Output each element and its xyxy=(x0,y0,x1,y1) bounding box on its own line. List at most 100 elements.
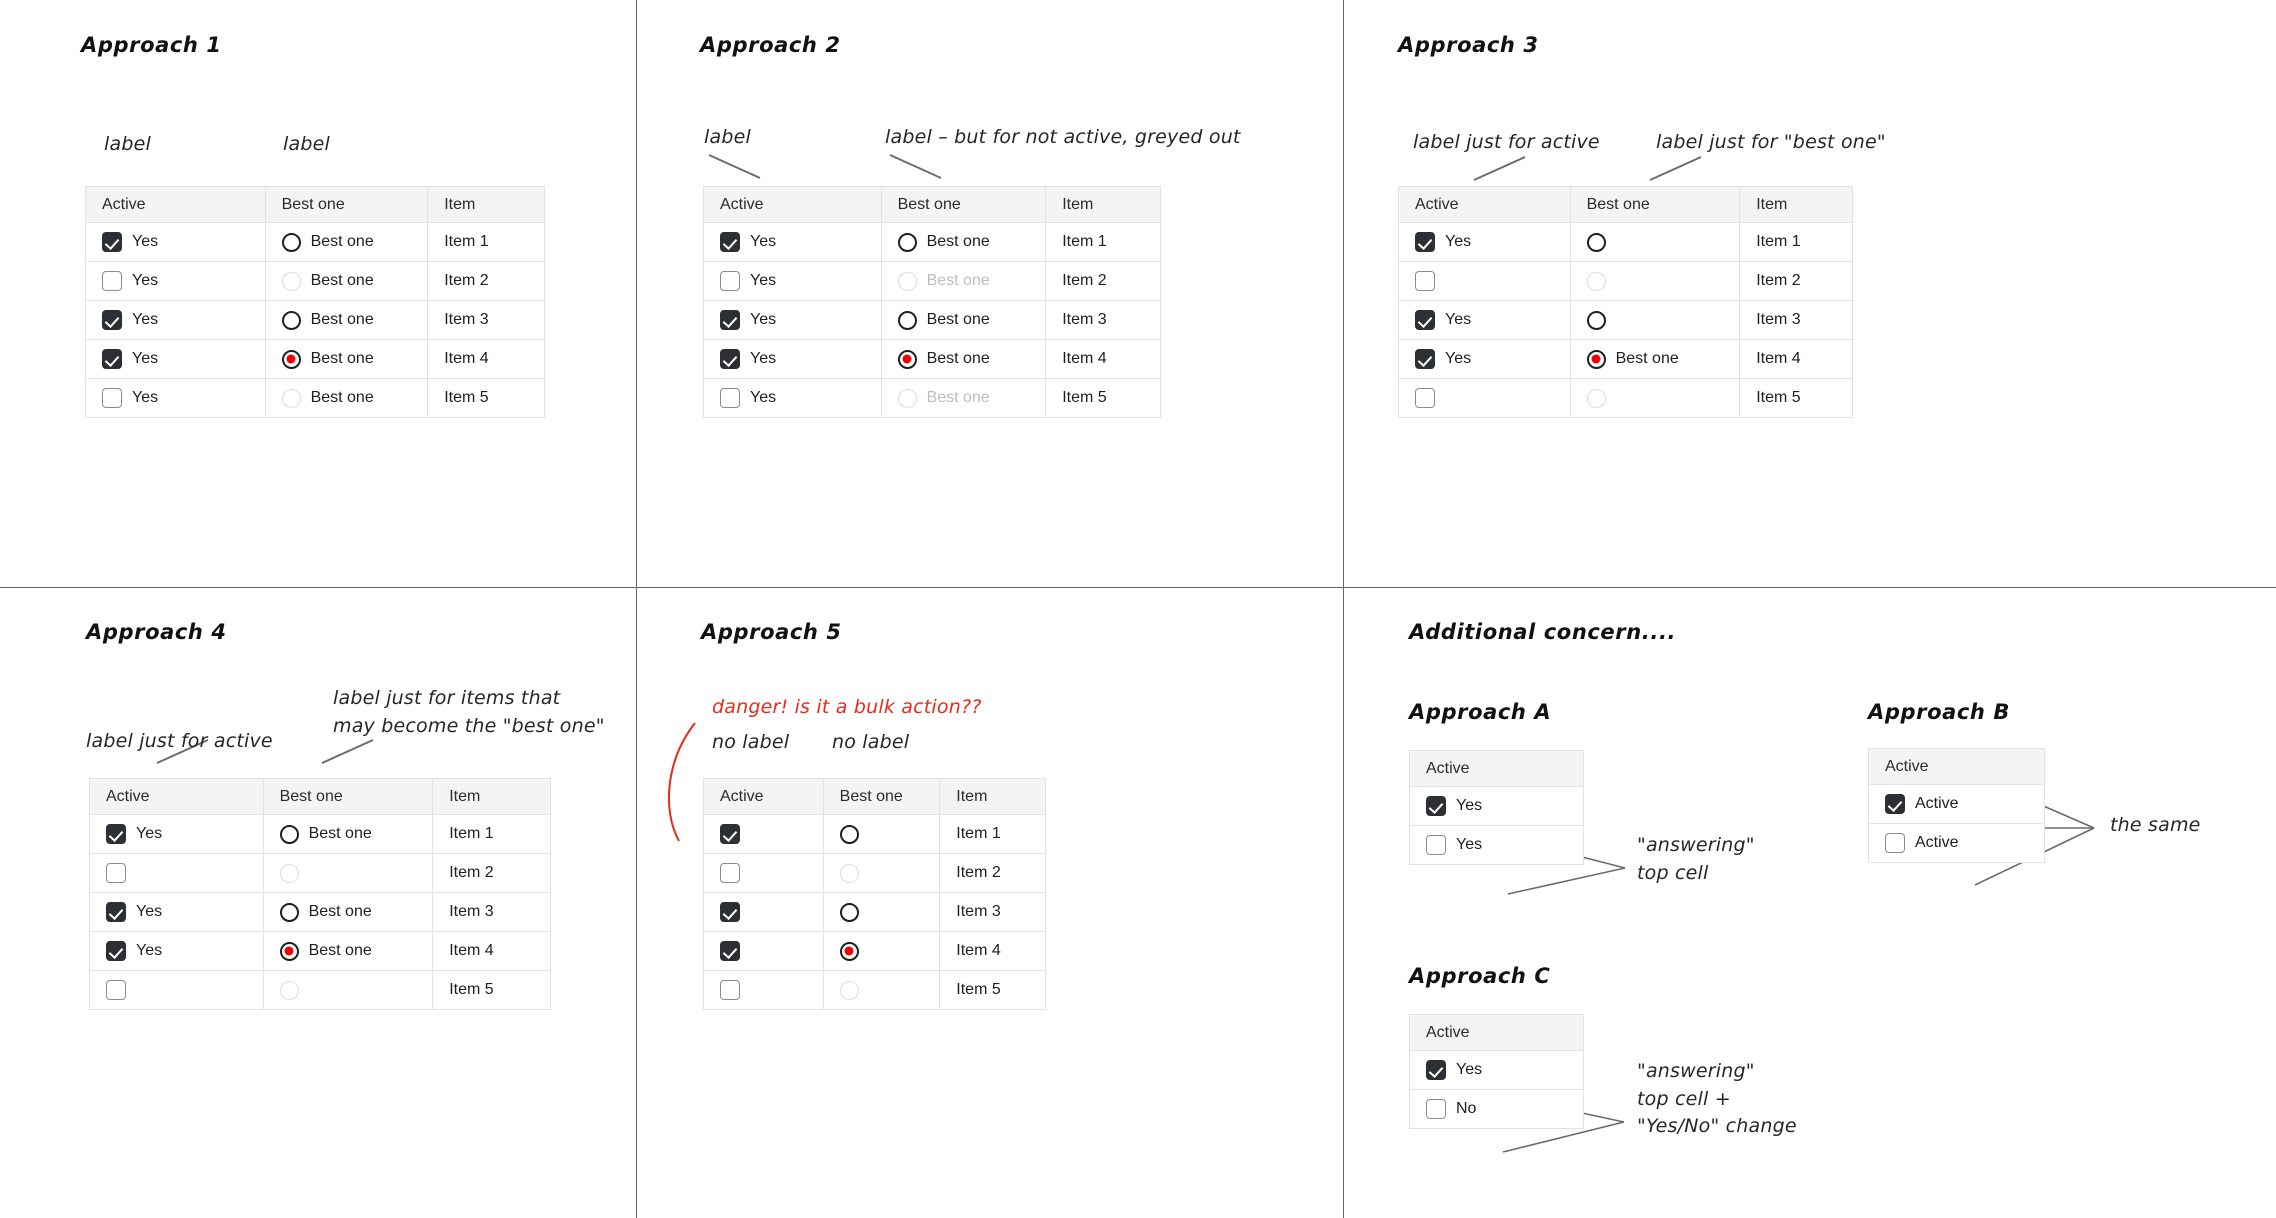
radio-icon[interactable] xyxy=(1586,388,1606,408)
checkbox-icon[interactable] xyxy=(720,980,740,1000)
checkbox-icon[interactable] xyxy=(720,388,740,408)
approach-3-table[interactable]: Active Best one Item Yes Item 1 Item 2 Yes I… xyxy=(1398,186,1853,418)
checkbox-icon[interactable] xyxy=(1885,794,1905,814)
cell-active[interactable]: Active xyxy=(1868,784,2045,824)
checkbox-icon[interactable] xyxy=(720,902,740,922)
cell-best-one[interactable] xyxy=(1569,300,1741,340)
cell-best-one[interactable]: Best one xyxy=(262,814,434,854)
cell-active[interactable] xyxy=(1398,261,1571,301)
cell-active[interactable]: Yes xyxy=(1398,300,1571,340)
cell-active[interactable]: Yes xyxy=(85,378,266,418)
cell-best-one[interactable] xyxy=(822,931,941,971)
cell-active[interactable]: Active xyxy=(1868,823,2045,863)
cell-active[interactable] xyxy=(703,970,824,1010)
radio-icon[interactable] xyxy=(281,388,301,408)
cell-best-one[interactable]: Best one xyxy=(264,339,429,379)
cell-best-one[interactable]: Best one xyxy=(264,378,429,418)
approach-4-table[interactable]: Active Best one Item Yes Best one Item 1 It… xyxy=(89,778,551,1010)
cell-active[interactable]: Yes xyxy=(1398,222,1571,262)
cell-active[interactable] xyxy=(703,814,824,854)
checkbox-icon[interactable] xyxy=(1415,271,1435,291)
radio-icon[interactable] xyxy=(281,310,301,330)
cell-best-one[interactable]: Best one xyxy=(262,892,434,932)
cell-active[interactable] xyxy=(1398,378,1571,418)
approach-5-table[interactable]: Active Best one Item Item 1 Item 2 Item 3I… xyxy=(703,778,1046,1010)
checkbox-icon[interactable] xyxy=(102,232,122,252)
checkbox-icon[interactable] xyxy=(106,902,126,922)
cell-active[interactable] xyxy=(89,853,264,893)
cell-best-one[interactable]: Best one xyxy=(880,378,1047,418)
cell-best-one[interactable]: Best one xyxy=(880,339,1047,379)
cell-best-one[interactable] xyxy=(822,814,941,854)
checkbox-icon[interactable] xyxy=(102,388,122,408)
cell-best-one[interactable]: Best one xyxy=(880,261,1047,301)
checkbox-icon[interactable] xyxy=(102,271,122,291)
cell-best-one[interactable]: Best one xyxy=(880,222,1047,262)
radio-icon[interactable] xyxy=(279,980,299,1000)
cell-active[interactable]: Yes xyxy=(703,339,882,379)
radio-icon[interactable] xyxy=(281,271,301,291)
checkbox-icon[interactable] xyxy=(1415,232,1435,252)
cell-active[interactable]: Yes xyxy=(703,261,882,301)
cell-active[interactable] xyxy=(89,970,264,1010)
checkbox-icon[interactable] xyxy=(1426,1060,1446,1080)
checkbox-icon[interactable] xyxy=(720,349,740,369)
approach-b-table[interactable]: Active Active Active xyxy=(1868,748,2045,863)
cell-best-one[interactable]: Best one xyxy=(880,300,1047,340)
cell-best-one[interactable] xyxy=(262,853,434,893)
radio-icon[interactable] xyxy=(1586,310,1606,330)
radio-icon[interactable] xyxy=(897,388,917,408)
cell-active[interactable]: Yes xyxy=(85,261,266,301)
cell-active[interactable]: Yes xyxy=(1409,786,1584,826)
checkbox-icon[interactable] xyxy=(106,941,126,961)
approach-a-table[interactable]: Active Yes Yes xyxy=(1409,750,1584,865)
checkbox-icon[interactable] xyxy=(1415,310,1435,330)
cell-active[interactable]: Yes xyxy=(703,378,882,418)
cell-best-one[interactable] xyxy=(822,853,941,893)
cell-active[interactable]: Yes xyxy=(85,300,266,340)
approach-c-table[interactable]: Active Yes No xyxy=(1409,1014,1584,1129)
cell-active[interactable]: Yes xyxy=(89,931,264,971)
checkbox-icon[interactable] xyxy=(720,271,740,291)
checkbox-icon[interactable] xyxy=(1426,835,1446,855)
cell-active[interactable]: Yes xyxy=(89,892,264,932)
cell-best-one[interactable] xyxy=(822,892,941,932)
checkbox-icon[interactable] xyxy=(1426,1099,1446,1119)
cell-active[interactable]: Yes xyxy=(1409,825,1584,865)
radio-icon[interactable] xyxy=(1586,232,1606,252)
cell-best-one[interactable]: Best one xyxy=(262,931,434,971)
checkbox-icon[interactable] xyxy=(102,310,122,330)
checkbox-icon[interactable] xyxy=(1415,388,1435,408)
approach-2-table[interactable]: Active Best one Item Yes Best one Item 1 Ye… xyxy=(703,186,1161,418)
radio-icon[interactable] xyxy=(279,941,299,961)
cell-active[interactable]: Yes xyxy=(85,339,266,379)
cell-best-one[interactable] xyxy=(1569,378,1741,418)
radio-icon[interactable] xyxy=(279,863,299,883)
radio-icon[interactable] xyxy=(281,232,301,252)
checkbox-icon[interactable] xyxy=(106,824,126,844)
radio-icon[interactable] xyxy=(897,349,917,369)
checkbox-icon[interactable] xyxy=(106,980,126,1000)
cell-active[interactable] xyxy=(703,931,824,971)
radio-icon[interactable] xyxy=(1586,271,1606,291)
radio-icon[interactable] xyxy=(279,824,299,844)
cell-active[interactable]: No xyxy=(1409,1089,1584,1129)
radio-icon[interactable] xyxy=(279,902,299,922)
radio-icon[interactable] xyxy=(897,310,917,330)
cell-best-one[interactable]: Best one xyxy=(264,300,429,340)
radio-icon[interactable] xyxy=(839,980,859,1000)
cell-active[interactable]: Yes xyxy=(703,222,882,262)
checkbox-icon[interactable] xyxy=(1426,796,1446,816)
cell-best-one[interactable]: Best one xyxy=(264,222,429,262)
cell-best-one[interactable] xyxy=(1569,222,1741,262)
cell-active[interactable]: Yes xyxy=(85,222,266,262)
cell-best-one[interactable]: Best one xyxy=(1569,339,1741,379)
checkbox-icon[interactable] xyxy=(720,824,740,844)
cell-active[interactable]: Yes xyxy=(89,814,264,854)
cell-best-one[interactable] xyxy=(822,970,941,1010)
cell-active[interactable] xyxy=(703,892,824,932)
radio-icon[interactable] xyxy=(897,232,917,252)
checkbox-icon[interactable] xyxy=(720,232,740,252)
cell-best-one[interactable]: Best one xyxy=(264,261,429,301)
radio-icon[interactable] xyxy=(897,271,917,291)
